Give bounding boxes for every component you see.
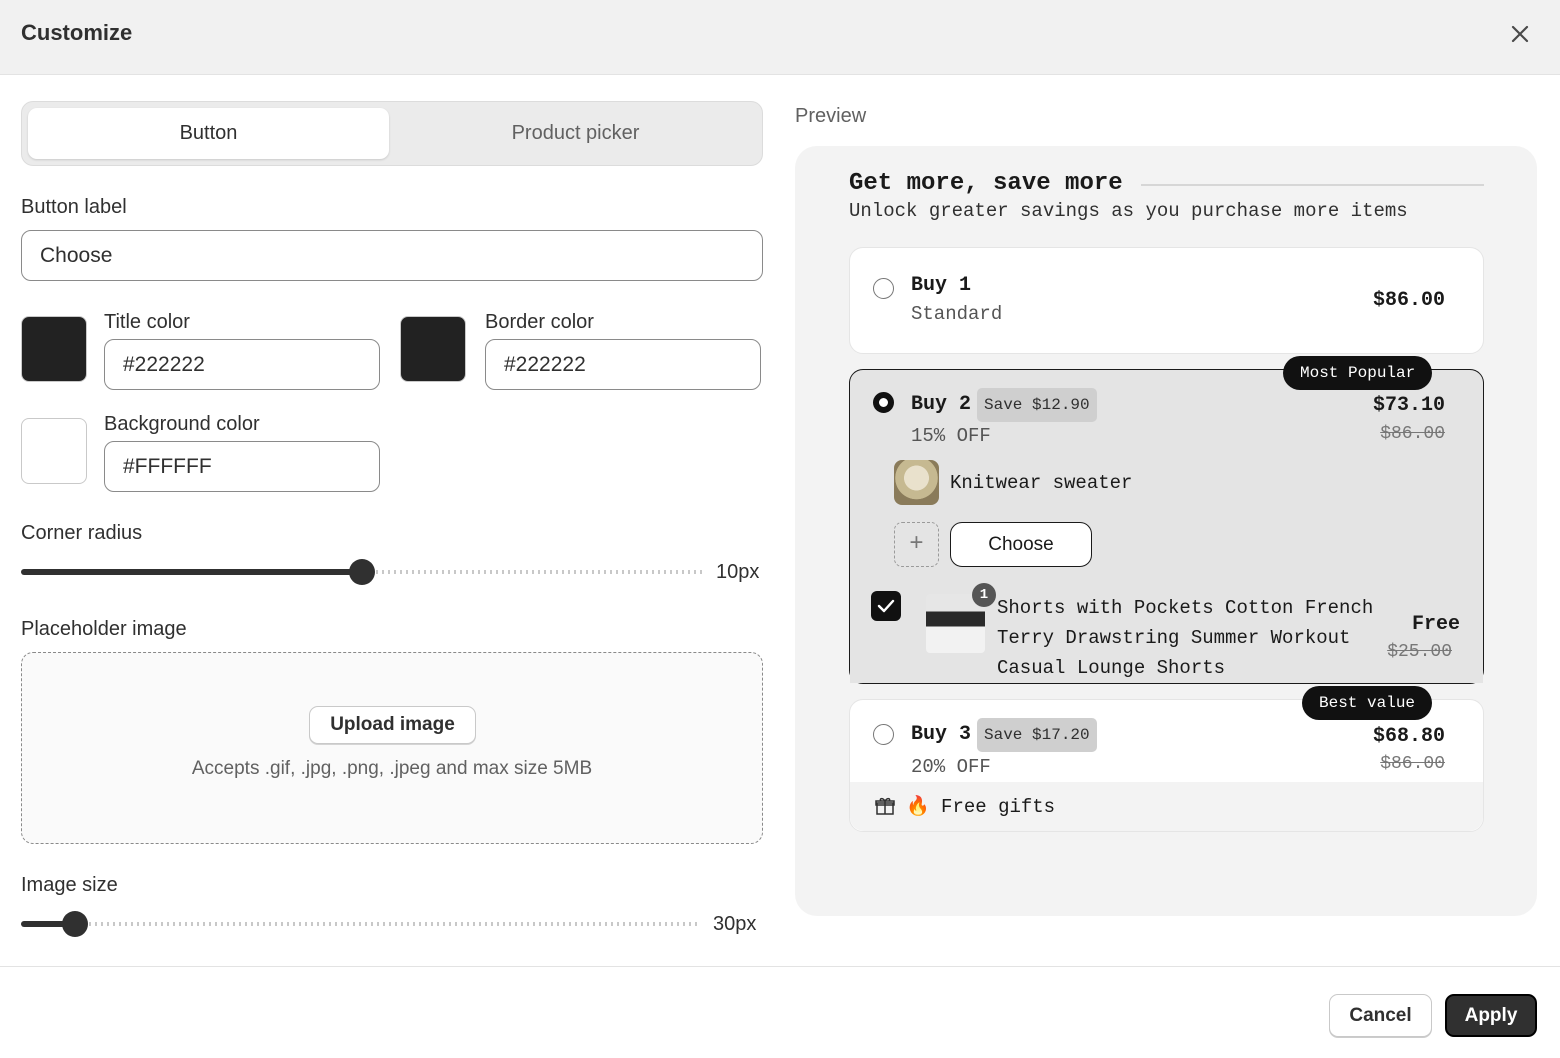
preview-subheading: Unlock greater savings as you purchase m… xyxy=(849,200,1408,222)
option-price: $86.00 xyxy=(1372,289,1445,312)
image-size-label: Image size xyxy=(21,874,118,896)
image-size-slider[interactable] xyxy=(21,911,700,937)
apply-button[interactable]: Apply xyxy=(1445,994,1537,1037)
option-title: Buy 3 xyxy=(911,723,972,746)
preview-heading: Get more, save more xyxy=(849,170,1123,197)
corner-radius-slider-fill xyxy=(21,569,362,575)
option-subtitle: 15% OFF xyxy=(911,425,991,447)
background-color-swatch[interactable] xyxy=(21,418,87,484)
border-color-input[interactable]: #222222 xyxy=(485,339,761,390)
corner-radius-slider-track xyxy=(370,570,703,574)
radio-buy-1[interactable] xyxy=(873,278,894,299)
bundle-option-buy-1[interactable]: Buy 1 Standard $86.00 xyxy=(849,247,1484,354)
settings-tabs: Button Product picker xyxy=(21,101,763,166)
image-dropzone[interactable]: Upload image Accepts .gif, .jpg, .png, .… xyxy=(21,652,763,844)
option-price: $68.80 xyxy=(1372,725,1445,748)
corner-radius-label: Corner radius xyxy=(21,522,143,544)
save-badge: Save $17.20 xyxy=(977,718,1097,752)
cancel-button[interactable]: Cancel xyxy=(1329,994,1432,1037)
border-color-swatch[interactable] xyxy=(400,316,466,382)
image-size-slider-track xyxy=(83,922,700,926)
addon-row: 1 Shorts with Pockets Cotton French Terr… xyxy=(850,576,1483,683)
bundle-option-buy-3[interactable]: Buy 3 Save $17.20 20% OFF $68.80 $86.00 … xyxy=(849,686,1484,832)
title-color-label: Title color xyxy=(104,311,190,333)
save-badge: Save $12.90 xyxy=(977,388,1097,422)
upload-hint: Accepts .gif, .jpg, .png, .jpeg and max … xyxy=(191,758,593,779)
tab-button[interactable]: Button xyxy=(28,108,389,159)
preview-label: Preview xyxy=(795,105,867,127)
check-icon xyxy=(877,599,895,613)
option-old-price: $86.00 xyxy=(1380,754,1445,774)
addon-price: Free xyxy=(1411,613,1460,636)
title-color-swatch[interactable] xyxy=(21,316,87,382)
close-button[interactable] xyxy=(1506,20,1534,48)
dialog-header: Customize xyxy=(0,0,1560,75)
addon-old-price: $25.00 xyxy=(1387,642,1452,662)
quantity-badge: 1 xyxy=(972,583,996,607)
radio-buy-3[interactable] xyxy=(873,724,894,745)
radio-buy-2[interactable] xyxy=(873,392,894,413)
image-size-value: 30px xyxy=(713,913,757,935)
option-subtitle: 20% OFF xyxy=(911,756,991,778)
close-icon xyxy=(1511,25,1529,43)
item-name: Knitwear sweater xyxy=(950,472,1133,494)
addon-name: Shorts with Pockets Cotton French Terry … xyxy=(997,597,1374,679)
option-subtitle: Standard xyxy=(911,303,1003,325)
option-title: Buy 2 xyxy=(911,393,972,416)
corner-radius-slider[interactable] xyxy=(21,559,703,585)
gift-icon xyxy=(875,797,895,815)
tab-product-picker[interactable]: Product picker xyxy=(395,108,756,159)
choose-button[interactable]: Choose xyxy=(950,522,1092,567)
background-color-input[interactable]: #FFFFFF xyxy=(104,441,380,492)
most-popular-tag: Most Popular xyxy=(1283,356,1433,390)
addon-checkbox[interactable] xyxy=(871,591,901,621)
placeholder-image-label: Placeholder image xyxy=(21,618,187,640)
title-color-input[interactable]: #222222 xyxy=(104,339,380,390)
upload-image-button[interactable]: Upload image xyxy=(309,706,476,744)
free-gifts-row: 🔥 Free gifts xyxy=(850,782,1483,831)
corner-radius-value: 10px xyxy=(716,561,760,583)
bundle-option-buy-2[interactable]: Buy 2 Save $12.90 15% OFF $73.10 $86.00 … xyxy=(849,356,1484,684)
option-old-price: $86.00 xyxy=(1380,424,1445,444)
option-price: $73.10 xyxy=(1372,394,1445,417)
preview-panel: Get more, save more Unlock greater savin… xyxy=(795,146,1537,916)
background-color-label: Background color xyxy=(104,413,260,435)
button-label-input[interactable]: Choose xyxy=(21,230,763,281)
heading-divider xyxy=(1141,184,1484,186)
best-value-tag: Best value xyxy=(1302,686,1433,720)
dialog-footer: Cancel Apply xyxy=(0,966,1560,1058)
plus-icon: + xyxy=(909,531,924,558)
button-label-label: Button label xyxy=(21,196,127,218)
sweater-thumbnail xyxy=(894,460,939,505)
border-color-label: Border color xyxy=(485,311,594,333)
add-item-button[interactable]: + xyxy=(894,522,939,567)
dialog-title: Customize xyxy=(21,20,133,45)
corner-radius-slider-thumb[interactable] xyxy=(349,559,375,585)
free-gifts-text: 🔥 Free gifts xyxy=(906,796,1056,818)
image-size-slider-thumb[interactable] xyxy=(62,911,88,937)
option-title: Buy 1 xyxy=(911,274,972,297)
